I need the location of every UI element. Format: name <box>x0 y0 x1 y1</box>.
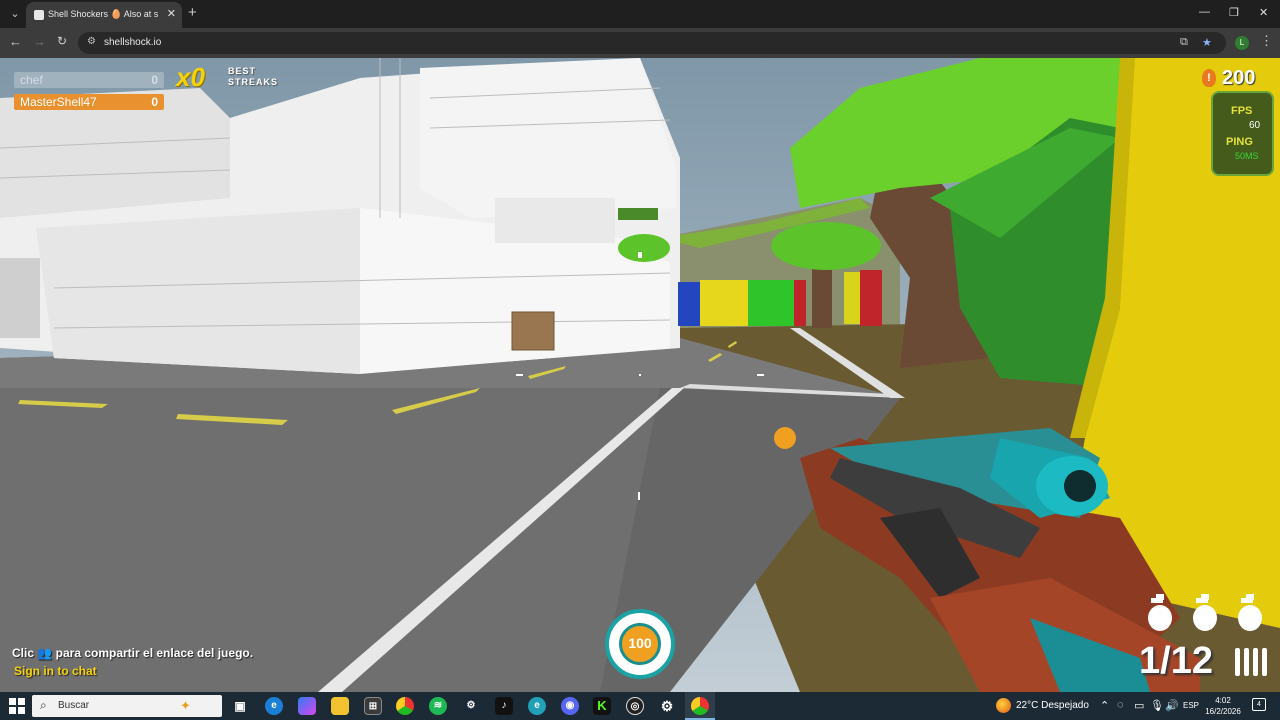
ping-value: 50MS <box>1235 151 1259 161</box>
volume-icon[interactable]: 🔊 <box>1165 699 1179 712</box>
ammo-counter: 1/12 <box>1139 640 1213 682</box>
network-icon[interactable]: ▭ <box>1134 699 1144 712</box>
player-score: 0 <box>151 95 158 109</box>
reload-icon[interactable]: ↻ <box>57 34 67 48</box>
forward-arrow-icon[interactable]: → <box>33 34 46 49</box>
discord-icon[interactable]: ◉ <box>561 697 579 715</box>
egg-count: 200 <box>1222 67 1256 89</box>
shell-shockers-favicon-icon <box>34 10 44 20</box>
close-window-button[interactable]: ✕ <box>1259 6 1268 19</box>
streak-multiplier: x0 <box>176 62 205 92</box>
store-icon[interactable]: ⊞ <box>364 697 382 715</box>
game-viewport[interactable] <box>0 58 1280 692</box>
player-score: 0 <box>151 73 158 87</box>
edge-canary-icon[interactable]: e <box>528 697 546 715</box>
chrome-icon[interactable] <box>396 697 414 715</box>
url-text[interactable]: shellshock.io <box>104 37 161 48</box>
task-view-icon[interactable]: ▣ <box>231 697 249 715</box>
taskbar-active-app[interactable] <box>685 692 715 720</box>
sign-in-to-chat-link[interactable]: Sign in to chat <box>14 664 97 678</box>
health-value: 100 <box>628 635 652 651</box>
browser-menu-icon[interactable]: ⋮ <box>1260 33 1273 49</box>
browser-tab[interactable]: Shell Shockers 🥚 Also at shell... ✕ <box>26 2 182 28</box>
bullets-icon <box>1235 648 1267 676</box>
scoreboard-row-self: MasterShell47 0 <box>14 94 164 110</box>
yellow-block <box>700 280 748 326</box>
translate-icon[interactable]: ⧉ <box>1180 36 1188 49</box>
small-tree <box>771 222 881 270</box>
spotify-icon[interactable]: ≋ <box>429 697 447 715</box>
browser-tab-bar: ⌄ Shell Shockers 🥚 Also at shell... ✕ + … <box>0 0 1280 28</box>
language-indicator[interactable]: ESP <box>1183 701 1199 710</box>
clock[interactable]: 4:02 16/2/2026 <box>1205 695 1241 717</box>
grenade-icon <box>1238 594 1262 631</box>
new-tab-button[interactable]: + <box>188 4 197 21</box>
tray-app-icon[interactable]: ◌ <box>1117 699 1124 711</box>
crosshair-right <box>757 374 764 376</box>
edge-icon[interactable]: e <box>265 697 283 715</box>
browser-toolbar: ← → ↻ ⚙ shellshock.io ⧉ ★ L ⋮ <box>0 28 1280 58</box>
back-arrow-icon[interactable]: ← <box>9 34 22 49</box>
windows-taskbar: ⌕ Buscar ✦ ▣ e ⊞ ≋ ⚙ ♪ e ◉ K ◎ ⚙ 22°C De… <box>0 692 1280 720</box>
bookmark-star-icon[interactable]: ★ <box>1202 36 1212 49</box>
file-explorer-icon[interactable] <box>331 697 349 715</box>
grenade-icon <box>1193 594 1217 631</box>
microphone-icon[interactable]: 🎙 <box>1150 699 1164 712</box>
tiktok-icon[interactable]: ♪ <box>495 697 513 715</box>
game-scene <box>0 58 1280 692</box>
tab-search-icon[interactable]: ⌄ <box>6 5 24 23</box>
tab-close-icon[interactable]: ✕ <box>167 7 176 20</box>
network-stats-panel: FPS 60 PING 50MS <box>1211 91 1274 176</box>
green-block <box>748 280 794 326</box>
search-placeholder: Buscar <box>58 700 90 711</box>
time-text: 4:02 <box>1215 696 1231 705</box>
tab-title: Shell Shockers 🥚 Also at shell... <box>48 9 158 19</box>
crosshair-center <box>639 374 641 376</box>
address-bar[interactable]: ⚙ shellshock.io ⧉ ★ <box>78 32 1226 54</box>
rifle-sight <box>774 427 796 449</box>
scoreboard-row: chef 0 <box>14 72 164 88</box>
player-name: MasterShell47 <box>20 95 97 109</box>
windows-start-icon[interactable] <box>9 698 25 714</box>
users-icon[interactable]: 👥 <box>37 646 52 660</box>
tray-chevron-icon[interactable]: ⌃ <box>1100 699 1109 712</box>
crosshair-top <box>638 252 642 258</box>
share-link-text[interactable]: Clic 👥 para compartir el enlace del jueg… <box>12 646 253 660</box>
chrome-active-icon[interactable] <box>691 697 709 715</box>
health-indicator: 100 <box>605 609 675 679</box>
settings-gear-icon[interactable]: ⚙ <box>658 697 676 715</box>
streak-label: BEST STREAKS <box>228 66 279 87</box>
egg-currency-icon: ! <box>1202 69 1216 87</box>
notification-icon[interactable]: 4 <box>1252 698 1266 711</box>
copilot-icon[interactable] <box>298 697 316 715</box>
rifle-muzzle <box>1064 470 1096 502</box>
site-info-icon[interactable]: ⚙ <box>87 36 96 47</box>
player-name: chef <box>20 73 43 87</box>
profile-avatar[interactable]: L <box>1235 36 1249 50</box>
grenade-icon <box>1148 594 1172 631</box>
minimize-button[interactable]: — <box>1199 6 1210 18</box>
weather-icon[interactable] <box>996 698 1011 713</box>
date-text: 16/2/2026 <box>1205 707 1241 716</box>
crosshair-left <box>516 374 523 376</box>
ping-label: PING <box>1226 136 1253 148</box>
kick-icon[interactable]: K <box>593 697 611 715</box>
search-icon: ⌕ <box>40 698 47 712</box>
weather-text[interactable]: 22°C Despejado <box>1016 700 1089 711</box>
search-highlight-icon: ✦ <box>180 698 191 713</box>
crosshair-bottom <box>638 492 640 500</box>
wooden-crate <box>511 311 555 351</box>
steam-icon[interactable]: ⚙ <box>462 697 480 715</box>
scoreboard: chef 0 MasterShell47 0 <box>14 72 164 116</box>
fps-value: 60 <box>1249 120 1261 131</box>
restore-button[interactable]: ❐ <box>1229 6 1239 19</box>
fps-label: FPS <box>1231 105 1253 117</box>
taskbar-search[interactable]: ⌕ Buscar ✦ <box>32 695 222 717</box>
obs-icon[interactable]: ◎ <box>626 697 644 715</box>
